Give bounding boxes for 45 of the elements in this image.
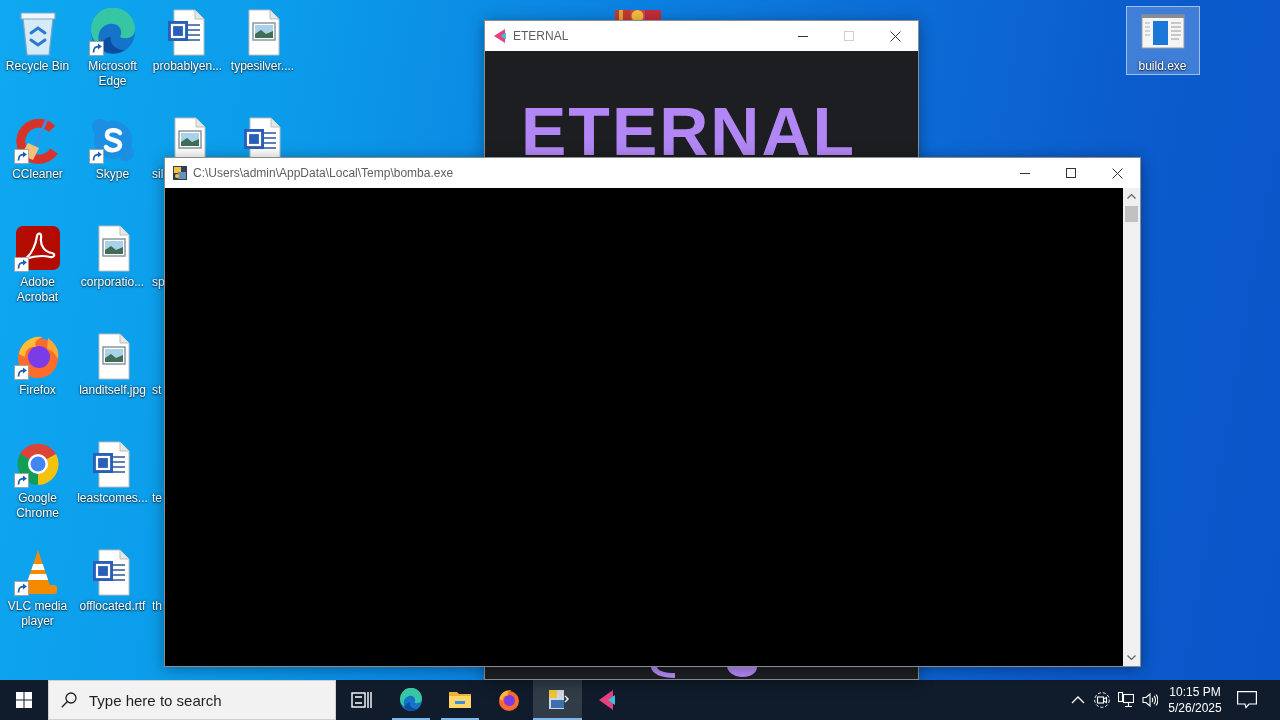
desktop-icon-label[interactable]: te: [152, 491, 162, 506]
notification-icon[interactable]: [1237, 691, 1257, 709]
scrollbar-thumb[interactable]: [1125, 206, 1138, 222]
desktop-icon[interactable]: corporatio...: [75, 222, 150, 291]
clock-date[interactable]: 5/26/2025: [1168, 700, 1222, 716]
desktop-icon-label[interactable]: st: [152, 383, 162, 398]
window-title: ETERNAL: [513, 29, 570, 43]
desktop-icon[interactable]: build.exe: [1125, 6, 1200, 75]
minimize-icon: [1020, 172, 1030, 174]
maximize-icon: [1066, 168, 1076, 178]
arrow-logo-icon: [494, 29, 506, 43]
start-icon: [16, 692, 32, 708]
desktop-icon[interactable]: Recycle Bin: [0, 6, 75, 75]
desktop-icon[interactable]: Firefox: [0, 330, 75, 399]
search-icon: [61, 692, 77, 708]
browser-icon: [496, 688, 521, 712]
desktop-icon[interactable]: CCleaner: [0, 114, 75, 183]
camera-icon[interactable]: [1094, 692, 1110, 708]
desktop-icon[interactable]: leastcomes...: [75, 438, 150, 507]
search-field[interactable]: Type here to search: [48, 680, 336, 720]
banner-title: ETERNAL: [521, 106, 857, 156]
swirl-logo-icon: [398, 688, 423, 712]
desktop-icon[interactable]: Adobe Acrobat: [0, 222, 75, 306]
desktop-icon[interactable]: typesilver....: [225, 6, 300, 75]
maximize-icon: [844, 31, 854, 41]
volume-icon[interactable]: [1142, 692, 1158, 708]
scrollbar[interactable]: [1123, 188, 1140, 666]
program-icon: [173, 166, 187, 180]
desktop-icon-label[interactable]: sp: [152, 275, 165, 290]
desktop-icon[interactable]: offlocated.rtf: [75, 546, 150, 615]
desktop-icon[interactable]: Microsoft Edge: [75, 6, 150, 90]
close-icon: [889, 30, 901, 42]
desktop-icon[interactable]: landitself.jpg: [75, 330, 150, 399]
desktop-icon-label[interactable]: th: [152, 599, 162, 614]
desktop-icon[interactable]: Google Chrome: [0, 438, 75, 522]
desktop-icon[interactable]: Skype: [75, 114, 150, 183]
taskbar-button[interactable]: [533, 680, 582, 720]
desktop-icon[interactable]: VLC media player: [0, 546, 75, 630]
desktop-icon[interactable]: probablyen...: [150, 6, 225, 75]
network-icon[interactable]: [1118, 692, 1134, 708]
minimize-icon: [798, 35, 808, 37]
desktop-icon-label[interactable]: sil: [152, 167, 164, 182]
window-title: C:\Users\admin\AppData\Local\Temp\bomba.exe: [193, 166, 455, 180]
close-icon: [1111, 167, 1123, 179]
clock-time[interactable]: 10:15 PM: [1169, 684, 1221, 700]
